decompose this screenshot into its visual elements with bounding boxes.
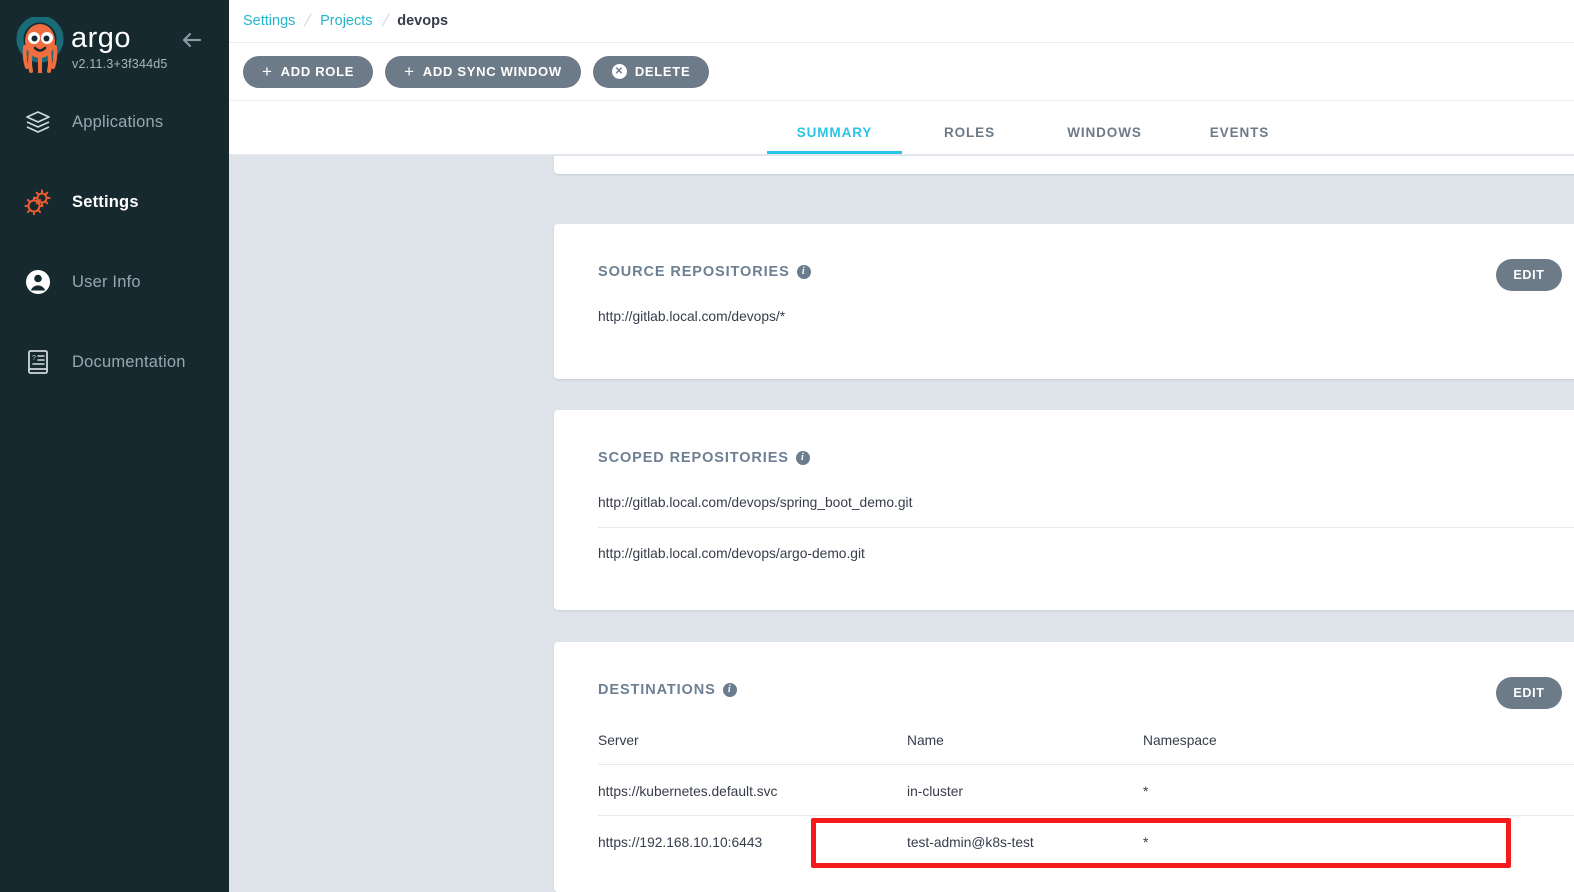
brand-name: argo — [71, 22, 132, 54]
arrow-left-icon[interactable] — [179, 27, 205, 53]
destinations-table-header: Server Name Namespace — [598, 733, 1574, 748]
table-row[interactable]: https://192.168.10.10:6443 test-admin@k8… — [598, 835, 1574, 850]
tab-roles[interactable]: ROLES — [902, 125, 1037, 154]
argocd-app: argo v2.11.3+3f344d5 Applications Settin… — [0, 0, 1574, 892]
sidebar-item-settings[interactable]: Settings — [0, 182, 229, 222]
info-icon[interactable]: i — [796, 265, 811, 279]
close-circle-icon: ✕ — [611, 64, 627, 79]
sidebar-item-documentation[interactable]: ? Documentation — [0, 342, 229, 382]
tab-bar: SUMMARY ROLES WINDOWS EVENTS — [229, 101, 1574, 155]
plus-icon: + — [404, 61, 415, 81]
sidebar-item-user-info[interactable]: User Info — [0, 262, 229, 302]
breadcrumb-separator: / — [302, 11, 314, 30]
tab-summary[interactable]: SUMMARY — [767, 125, 902, 154]
edit-source-repositories-button[interactable]: EDIT — [1496, 259, 1562, 291]
edit-destinations-button[interactable]: EDIT — [1496, 677, 1562, 709]
scoped-repositories-title: SCOPED REPOSITORIES i — [598, 450, 810, 466]
source-repositories-title-text: SOURCE REPOSITORIES — [598, 264, 790, 280]
main-area: Settings / Projects / devops + ADD ROLE … — [229, 0, 1574, 892]
sidebar: argo v2.11.3+3f344d5 Applications Settin… — [0, 0, 229, 892]
plus-icon: + — [262, 61, 273, 81]
action-toolbar: + ADD ROLE + ADD SYNC WINDOW ✕ DELETE — [229, 43, 1574, 101]
cell-namespace: * — [1143, 835, 1149, 850]
sidebar-item-label: Documentation — [72, 352, 186, 371]
tab-windows[interactable]: WINDOWS — [1037, 125, 1172, 154]
add-role-label: ADD ROLE — [280, 64, 355, 79]
card-destinations: DESTINATIONS i EDIT Server Name Namespac… — [554, 642, 1574, 892]
summary-content: SOURCE REPOSITORIES i EDIT http://gitlab… — [229, 156, 1574, 892]
cell-name: test-admin@k8s-test — [907, 835, 1034, 850]
scoped-repository-item: http://gitlab.local.com/devops/spring_bo… — [598, 495, 913, 510]
destinations-title: DESTINATIONS i — [598, 682, 737, 698]
sidebar-item-applications[interactable]: Applications — [0, 102, 229, 142]
add-role-button[interactable]: + ADD ROLE — [243, 55, 374, 88]
scoped-repositories-title-text: SCOPED REPOSITORIES — [598, 450, 789, 466]
cell-server: https://192.168.10.10:6443 — [598, 835, 763, 850]
sidebar-nav: Applications Settings User Info ? Docume… — [0, 102, 229, 382]
column-header-server: Server — [598, 733, 639, 748]
add-sync-window-button[interactable]: + ADD SYNC WINDOW — [385, 55, 581, 88]
divider — [598, 764, 1574, 765]
argo-octopus-logo — [14, 15, 66, 75]
table-row[interactable]: https://kubernetes.default.svc in-cluste… — [598, 784, 1574, 799]
breadcrumb: Settings / Projects / devops — [229, 0, 1574, 43]
column-header-namespace: Namespace — [1143, 733, 1217, 748]
delete-label: DELETE — [634, 64, 691, 79]
sidebar-item-label: Applications — [72, 112, 164, 131]
layers-icon — [22, 106, 54, 138]
source-repositories-title: SOURCE REPOSITORIES i — [598, 264, 811, 280]
divider — [598, 815, 1574, 816]
info-icon[interactable]: i — [795, 451, 810, 465]
breadcrumb-current: devops — [397, 13, 449, 29]
breadcrumb-projects[interactable]: Projects — [320, 13, 372, 29]
scoped-repository-item: http://gitlab.local.com/devops/argo-demo… — [598, 546, 865, 561]
document-list-icon: ? — [22, 346, 54, 378]
divider — [598, 527, 1574, 528]
card-scoped-repositories: SCOPED REPOSITORIES i http://gitlab.loca… — [554, 410, 1574, 610]
sidebar-item-label: Settings — [72, 192, 139, 211]
delete-button[interactable]: ✕ DELETE — [592, 55, 710, 88]
source-repository-item: http://gitlab.local.com/devops/* — [598, 309, 786, 324]
cell-server: https://kubernetes.default.svc — [598, 784, 778, 799]
add-sync-window-label: ADD SYNC WINDOW — [422, 64, 562, 79]
breadcrumb-separator: / — [379, 11, 391, 30]
info-icon[interactable]: i — [722, 683, 737, 697]
card-partial-above — [554, 156, 1574, 174]
gears-icon — [22, 186, 54, 218]
destinations-title-text: DESTINATIONS — [598, 682, 716, 698]
card-source-repositories: SOURCE REPOSITORIES i EDIT http://gitlab… — [554, 224, 1574, 379]
user-circle-icon — [22, 266, 54, 298]
sidebar-item-label: User Info — [72, 272, 141, 291]
cell-namespace: * — [1143, 784, 1149, 799]
svg-text:?: ? — [32, 355, 36, 362]
column-header-name: Name — [907, 733, 944, 748]
tab-events[interactable]: EVENTS — [1172, 125, 1307, 154]
cell-name: in-cluster — [907, 784, 963, 799]
brand-header: argo v2.11.3+3f344d5 — [0, 0, 229, 86]
brand-version: v2.11.3+3f344d5 — [72, 57, 168, 71]
breadcrumb-settings[interactable]: Settings — [243, 13, 295, 29]
